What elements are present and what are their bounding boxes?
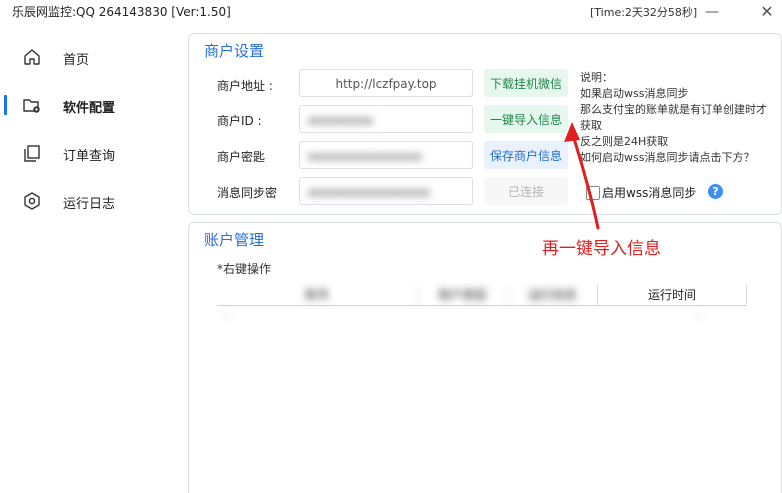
cell-account: - xyxy=(225,310,230,324)
sidebar-item-run-log[interactable]: 运行日志 xyxy=(0,181,175,221)
note-line: 反之则是24H获取 xyxy=(580,135,669,148)
active-indicator xyxy=(4,95,7,115)
sidebar-item-home[interactable]: 首页 xyxy=(0,37,175,77)
column-header-account-type[interactable]: 账户类型 xyxy=(417,285,507,305)
one-click-import-button[interactable]: 一键导入信息 xyxy=(484,105,568,133)
connected-button: 已连接 xyxy=(484,177,568,205)
note-line: 获取 xyxy=(580,119,602,132)
close-button[interactable]: ✕ xyxy=(755,2,779,22)
save-merchant-button[interactable]: 保存商户信息 xyxy=(484,141,568,169)
enable-wss-sync-label[interactable]: 启用wss消息同步 xyxy=(602,184,696,201)
message-sync-key-value: ▪▪▪▪▪▪▪▪▪▪▪▪▪▪▪ xyxy=(308,185,430,199)
sidebar: 首页 软件配置 订单查询 运行日志 xyxy=(0,24,175,489)
title-bar: 乐辰网监控:QQ 264143830 [Ver:1.50] [Time:2天32… xyxy=(0,0,782,24)
enable-wss-sync-checkbox[interactable] xyxy=(586,186,600,200)
account-management-title: 账户管理 xyxy=(204,231,265,249)
merchant-key-input[interactable]: ▪▪▪▪▪▪▪▪▪▪▪▪▪▪ xyxy=(299,141,473,169)
sidebar-item-label: 软件配置 xyxy=(63,101,116,116)
merchant-key-label: 商户密匙 xyxy=(217,150,266,164)
merchant-settings-panel: 商户设置 商户地址 : http://lczfpay.top 商户ID : ▪▪… xyxy=(188,33,782,215)
account-management-panel: 账户管理 *右键操作 账号 账户类型 运行状态 运行时间 - - xyxy=(188,222,782,493)
copy-icon xyxy=(24,145,40,162)
column-header-run-status[interactable]: 运行状态 xyxy=(507,285,597,305)
right-click-hint: *右键操作 xyxy=(217,262,272,276)
download-wechat-button[interactable]: 下载挂机微信 xyxy=(484,69,568,97)
merchant-key-value: ▪▪▪▪▪▪▪▪▪▪▪▪▪▪ xyxy=(308,149,422,163)
window-title: 乐辰网监控:QQ 264143830 [Ver:1.50] xyxy=(12,5,231,19)
merchant-id-input[interactable]: ▪▪▪▪▪▪▪▪ xyxy=(299,105,473,133)
table-row[interactable]: - - xyxy=(217,307,747,327)
help-icon[interactable]: ? xyxy=(708,184,723,199)
sidebar-item-order-query[interactable]: 订单查询 xyxy=(0,133,175,173)
minimize-button[interactable]: — xyxy=(700,2,724,22)
note-line: 如何启动wss消息同步请点击下方？ xyxy=(580,151,755,164)
message-sync-key-label: 消息同步密 xyxy=(217,186,278,200)
merchant-settings-title: 商户设置 xyxy=(204,42,265,60)
sidebar-item-label: 订单查询 xyxy=(63,149,116,164)
folder-settings-icon xyxy=(23,99,40,113)
note-line: 那么支付宝的账单就是有订单创建时才 xyxy=(580,103,767,116)
hexagon-gear-icon xyxy=(24,192,40,210)
merchant-id-label: 商户ID : xyxy=(217,114,262,128)
merchant-id-value: ▪▪▪▪▪▪▪▪ xyxy=(308,113,374,127)
merchant-address-input[interactable]: http://lczfpay.top xyxy=(299,69,473,97)
account-table-header: 账号 账户类型 运行状态 运行时间 xyxy=(217,285,747,306)
sidebar-item-label: 运行日志 xyxy=(63,197,116,212)
column-header-run-time[interactable]: 运行时间 xyxy=(597,285,747,305)
sidebar-item-label: 首页 xyxy=(63,53,90,68)
instructions-note: 说明： 如果启动wss消息同步 那么支付宝的账单就是有订单创建时才 获取 反之则… xyxy=(580,70,772,166)
home-icon xyxy=(24,49,40,65)
note-line: 说明： xyxy=(580,71,613,84)
column-header-account[interactable]: 账号 xyxy=(217,285,417,305)
merchant-address-label: 商户地址 : xyxy=(217,79,273,93)
runtime-timer: [Time:2天32分58秒] xyxy=(590,6,698,19)
sidebar-item-software-config[interactable]: 软件配置 xyxy=(0,85,175,125)
cell-run-time: - xyxy=(697,310,702,324)
annotation-text: 再一键导入信息 xyxy=(542,239,661,259)
note-line: 如果启动wss消息同步 xyxy=(580,87,689,100)
message-sync-key-input[interactable]: ▪▪▪▪▪▪▪▪▪▪▪▪▪▪▪ xyxy=(299,177,473,205)
